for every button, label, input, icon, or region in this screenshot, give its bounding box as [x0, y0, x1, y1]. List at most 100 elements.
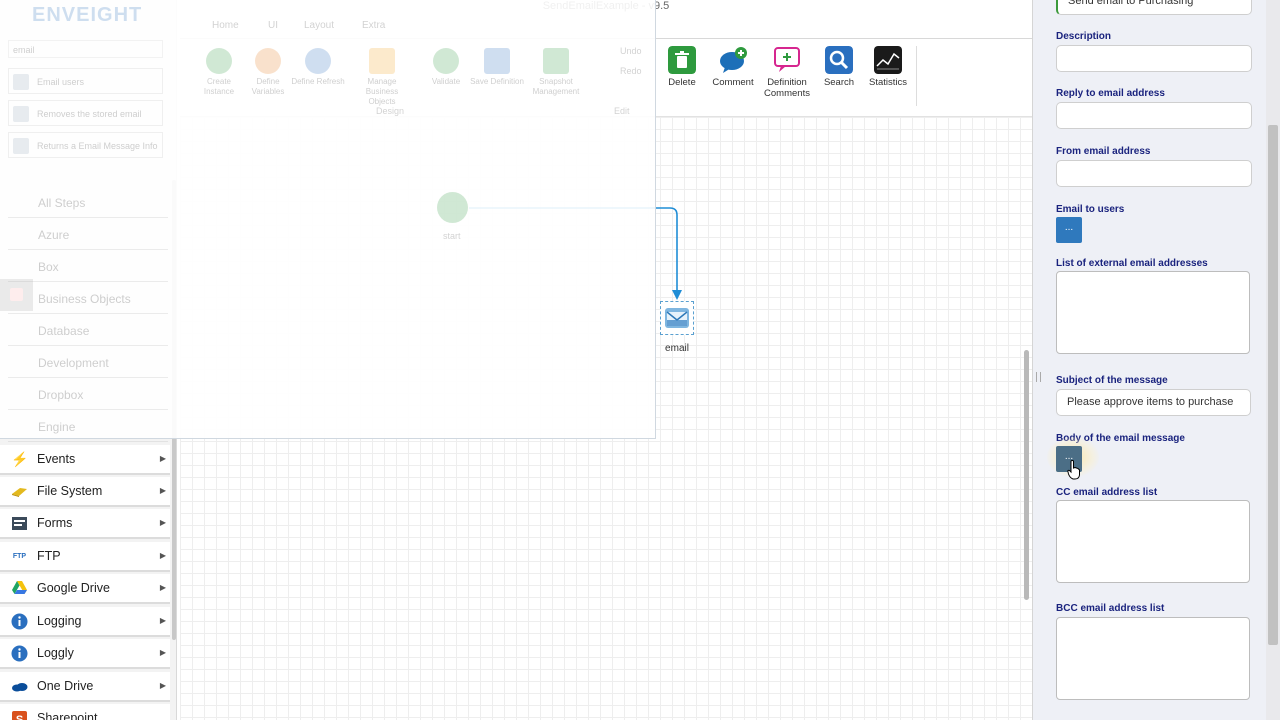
info-icon: [11, 613, 28, 630]
overlay-define-variables-button[interactable]: Define Variables: [240, 48, 296, 97]
overlay-undo-button[interactable]: Undo: [620, 46, 642, 56]
overlay-create-instance-button[interactable]: Create Instance: [191, 48, 247, 97]
description-input[interactable]: [1056, 45, 1252, 72]
cc-textarea[interactable]: [1056, 500, 1250, 583]
overlay-validate-button[interactable]: Validate: [418, 48, 474, 87]
sidebar-item-label: Sharepoint: [37, 711, 98, 720]
cc-label: CC email address list: [1056, 487, 1158, 498]
overlay-tab-extra[interactable]: Extra: [362, 20, 385, 31]
start-node: [437, 192, 468, 223]
definition-comments-icon: [774, 47, 800, 72]
definition-comments-label: Definition Comments: [764, 77, 810, 99]
ftp-icon: FTP: [12, 553, 27, 560]
search-label: Search: [823, 77, 855, 88]
step-title-input[interactable]: Send email to Purchasing: [1056, 0, 1252, 15]
overlay-category[interactable]: Business Objects: [8, 284, 168, 314]
overlay-category[interactable]: All Steps: [8, 188, 168, 218]
overlay-result-item[interactable]: Email users: [8, 68, 163, 94]
statistics-button[interactable]: Statistics: [856, 46, 920, 88]
chevron-right-icon: ▶: [159, 454, 166, 463]
delete-label: Delete: [668, 77, 696, 88]
sidebar-item-label: Loggly: [37, 646, 74, 660]
subject-label: Subject of the message: [1056, 375, 1168, 386]
canvas-scrollbar[interactable]: [1024, 350, 1029, 600]
overlay-category[interactable]: Engine: [8, 412, 168, 442]
external-emails-label: List of external email addresses: [1056, 258, 1208, 269]
chevron-right-icon: ▶: [159, 583, 166, 592]
google-drive-icon: [11, 580, 28, 597]
sidebar-item-label: Events: [37, 452, 76, 466]
sidebar-item-logging[interactable]: Logging ▶: [0, 607, 170, 637]
chevron-right-icon: ▶: [159, 681, 166, 690]
faded-overlay-panel: ENVEIGHT email Email users Removes the s…: [0, 0, 656, 442]
statistics-label: Statistics: [868, 77, 907, 88]
overlay-search-input[interactable]: email: [8, 40, 163, 58]
envelope-icon: [665, 308, 689, 328]
overlay-category[interactable]: Development: [8, 348, 168, 378]
overlay-manage-business-objects-button[interactable]: Manage Business Objects: [353, 48, 411, 107]
overlay-tab-layout[interactable]: Layout: [304, 20, 334, 31]
panel-splitter-handle[interactable]: [1036, 372, 1041, 382]
search-icon: [825, 46, 853, 74]
svg-text:S: S: [16, 714, 23, 720]
statistics-icon: [874, 46, 902, 74]
overlay-category[interactable]: Database: [8, 316, 168, 346]
sidebar-item-google-drive[interactable]: Google Drive ▶: [0, 574, 170, 604]
logo-text: ENVEIGHT: [32, 4, 143, 26]
overlay-result-item[interactable]: Returns a Email Message Info: [8, 132, 163, 158]
overlay-group-design: Design: [376, 106, 405, 116]
email-to-users-button[interactable]: ...: [1056, 217, 1082, 243]
chevron-right-icon: ▶: [159, 551, 166, 560]
sidebar-item-sharepoint[interactable]: S Sharepoint: [0, 704, 170, 720]
sidebar-item-events[interactable]: ⚡ Events ▶: [0, 445, 170, 475]
email-to-users-label: Email to users: [1056, 204, 1125, 215]
overlay-content: ENVEIGHT email Email users Removes the s…: [0, 0, 655, 442]
form-icon: [11, 515, 28, 532]
hand-cursor-icon: [1067, 460, 1080, 480]
toolbar-separator: [916, 46, 917, 106]
description-label: Description: [1056, 31, 1112, 42]
sidebar-item-one-drive[interactable]: One Drive ▶: [0, 672, 170, 702]
start-node-label: start: [443, 231, 461, 241]
reply-to-label: Reply to email address: [1056, 88, 1165, 99]
sharepoint-icon: S: [11, 710, 28, 720]
trash-icon: [668, 46, 696, 74]
sidebar-item-label: File System: [37, 484, 103, 498]
chevron-right-icon: ▶: [159, 616, 166, 625]
sidebar-item-loggly[interactable]: Loggly ▶: [0, 639, 170, 669]
overlay-result-item[interactable]: Removes the stored email messa: [8, 100, 163, 145]
cloud-icon: [11, 678, 28, 695]
info-icon: [11, 645, 28, 662]
overlay-category[interactable]: Dropbox: [8, 380, 168, 410]
overlay-category[interactable]: Box: [8, 252, 168, 282]
subject-input[interactable]: Please approve items to purchase: [1056, 389, 1251, 416]
reply-to-input[interactable]: [1056, 102, 1252, 129]
bcc-textarea[interactable]: [1056, 617, 1250, 700]
overlay-define-refresh-button[interactable]: Define Refresh: [290, 48, 346, 87]
overlay-category[interactable]: Azure: [8, 220, 168, 250]
external-emails-textarea[interactable]: [1056, 271, 1250, 354]
sidebar-item-label: FTP: [37, 549, 61, 563]
sidebar-item-label: Logging: [37, 614, 82, 628]
sidebar-item-forms[interactable]: Forms ▶: [0, 509, 170, 539]
sidebar-item-ftp[interactable]: FTP FTP ▶: [0, 542, 170, 572]
chevron-right-icon: ▶: [159, 486, 166, 495]
overlay-snapshot-management-button[interactable]: Snapshot Management: [527, 48, 585, 97]
sidebar-item-label: One Drive: [37, 679, 94, 693]
overlay-tab-home[interactable]: Home: [212, 20, 239, 31]
from-email-input[interactable]: [1056, 160, 1252, 187]
bcc-label: BCC email address list: [1056, 603, 1165, 614]
email-node-label: email: [665, 343, 689, 354]
overlay-group-edit: Edit: [614, 106, 630, 116]
overlay-save-definition-button[interactable]: Save Definition: [469, 48, 525, 87]
properties-scrollbar[interactable]: [1268, 125, 1278, 645]
sidebar-item-file-system[interactable]: File System ▶: [0, 477, 170, 507]
lightning-icon: ⚡: [11, 451, 29, 467]
comment-label: Comment: [712, 77, 754, 88]
email-step-node[interactable]: [660, 301, 694, 335]
comment-icon: [720, 47, 747, 73]
sidebar-item-label: Google Drive: [37, 581, 110, 595]
chevron-right-icon: ▶: [159, 518, 166, 527]
overlay-tab-ui[interactable]: UI: [268, 20, 278, 31]
overlay-redo-button[interactable]: Redo: [620, 66, 642, 76]
